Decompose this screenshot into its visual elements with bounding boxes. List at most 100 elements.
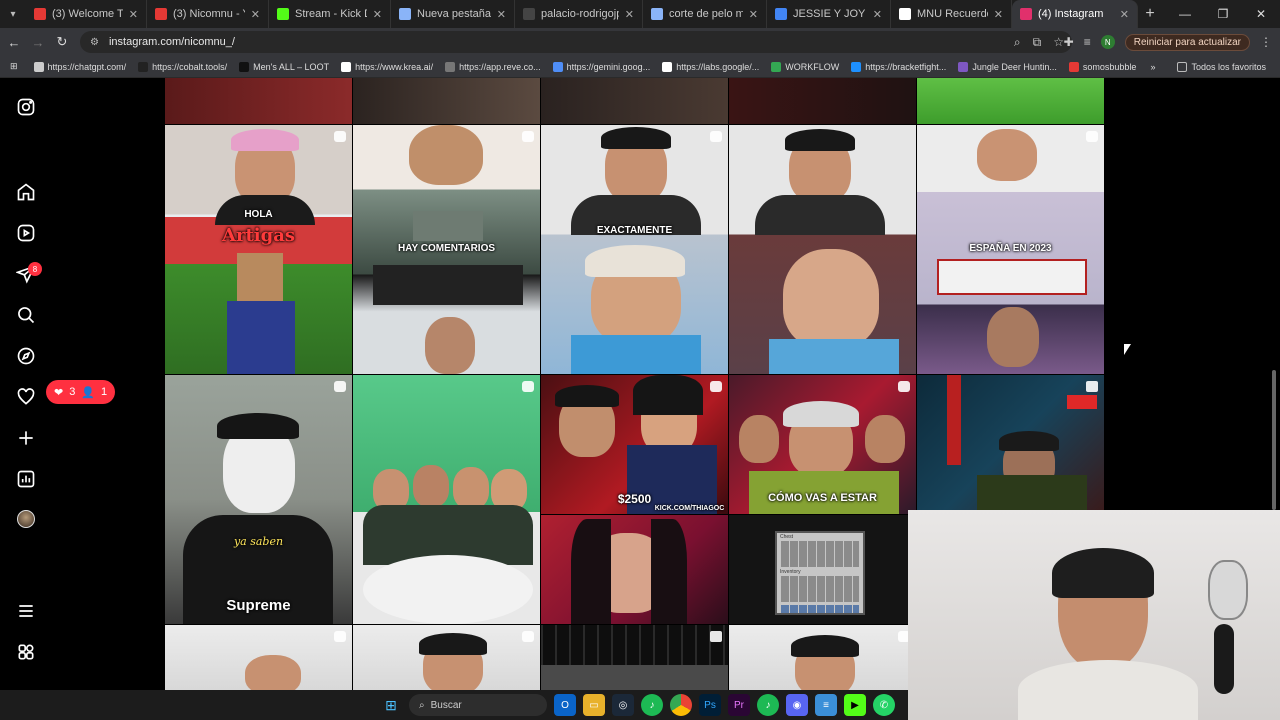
- more-menu-icon[interactable]: [14, 599, 38, 623]
- spotify-icon[interactable]: ♪: [641, 694, 663, 716]
- bookmark-item[interactable]: https://app.reve.co...: [439, 61, 547, 72]
- discord-icon[interactable]: ◉: [786, 694, 808, 716]
- post-tile[interactable]: CÓMO VAS A ESTAR: [729, 375, 916, 514]
- close-tab-icon[interactable]: ✕: [625, 8, 634, 21]
- bookmark-item[interactable]: https://gemini.goog...: [547, 61, 657, 72]
- minimize-icon[interactable]: —: [1166, 0, 1204, 28]
- whatsapp-icon[interactable]: ✆: [873, 694, 895, 716]
- post-tile[interactable]: [353, 375, 540, 624]
- activity-notification-pill[interactable]: ❤ 3 👤 1: [46, 380, 116, 404]
- close-tab-icon[interactable]: ✕: [873, 8, 882, 21]
- post-tile[interactable]: EXACTAMENTE: [541, 125, 728, 374]
- photoshop-icon[interactable]: Ps: [699, 694, 721, 716]
- outlook-icon[interactable]: O: [554, 694, 576, 716]
- media-icon[interactable]: ≡: [1084, 35, 1091, 49]
- restore-icon[interactable]: ❐: [1204, 0, 1242, 28]
- post-tile[interactable]: [541, 625, 728, 690]
- site-info-icon[interactable]: ⚙: [90, 37, 99, 48]
- close-tab-icon[interactable]: ✕: [1120, 8, 1129, 21]
- dashboard-icon[interactable]: [14, 467, 38, 491]
- bookmark-item[interactable]: https://chatgpt.com/: [28, 61, 133, 72]
- chrome-icon[interactable]: [670, 694, 692, 716]
- reels-icon[interactable]: [14, 221, 38, 245]
- bookmark-favicon-icon: [341, 61, 352, 72]
- tab-search-icon[interactable]: ▾: [0, 0, 26, 28]
- post-tile[interactable]: [917, 375, 1104, 514]
- bookmark-item[interactable]: Jungle Deer Huntin...: [952, 61, 1063, 72]
- spotify-alt-icon[interactable]: ♪: [757, 694, 779, 716]
- instagram-logo-icon[interactable]: [14, 95, 38, 119]
- post-tile[interactable]: [917, 78, 1104, 124]
- bookmark-item[interactable]: https://cobalt.tools/: [132, 61, 233, 72]
- apps-icon[interactable]: ⊞: [0, 61, 28, 72]
- profile-avatar[interactable]: N: [1100, 35, 1115, 49]
- create-icon[interactable]: [14, 426, 38, 450]
- close-tab-icon[interactable]: ✕: [129, 8, 138, 21]
- file-explorer-icon[interactable]: ▭: [583, 694, 605, 716]
- post-tile[interactable]: [353, 78, 540, 124]
- extensions-icon[interactable]: ✚: [1064, 35, 1074, 49]
- new-tab-button[interactable]: +: [1138, 5, 1162, 23]
- browser-tab[interactable]: Nueva pestaña ✕: [391, 0, 515, 28]
- bookmark-star-icon[interactable]: ☆: [1053, 35, 1064, 49]
- forward-icon[interactable]: →: [26, 28, 50, 56]
- kick-icon[interactable]: ▶: [844, 694, 866, 716]
- browser-tab[interactable]: palacio-rodrigojpg_5 ✕: [515, 0, 643, 28]
- browser-tab[interactable]: corte de pelo meme ✕: [643, 0, 767, 28]
- install-icon[interactable]: ⧉: [1033, 35, 1042, 50]
- menu-dots-icon[interactable]: ⋮: [1260, 35, 1272, 49]
- post-tile[interactable]: HOLA Artigas: [165, 125, 352, 374]
- all-bookmarks[interactable]: Todos los favoritos: [1171, 62, 1272, 72]
- bookmark-item[interactable]: somosbubble: [1063, 61, 1143, 72]
- bookmark-item[interactable]: Men's ALL – LOOT: [233, 61, 335, 72]
- close-tab-icon[interactable]: ✕: [994, 8, 1003, 21]
- browser-tab[interactable]: MNU Recuerdos ✕: [891, 0, 1012, 28]
- post-tile[interactable]: ya saben Supreme: [165, 375, 352, 624]
- post-tile[interactable]: [165, 625, 352, 690]
- also-from-meta-icon[interactable]: [14, 640, 38, 664]
- post-tile[interactable]: [729, 125, 916, 374]
- browser-tab[interactable]: (3) Welcome To M ✕: [26, 0, 147, 28]
- close-tab-icon[interactable]: ✕: [251, 8, 260, 21]
- post-tile[interactable]: [165, 78, 352, 124]
- post-tile[interactable]: HAY COMENTARIOS: [353, 125, 540, 374]
- browser-tab[interactable]: (3) Nicomnu - YouTub ✕: [147, 0, 269, 28]
- profile-avatar-icon[interactable]: [17, 510, 35, 528]
- steam-icon[interactable]: ◎: [612, 694, 634, 716]
- close-tab-icon[interactable]: ✕: [373, 8, 382, 21]
- browser-tab[interactable]: JESSIE Y JOY CUAL ES ✕: [767, 0, 891, 28]
- post-tile[interactable]: [353, 625, 540, 690]
- browser-tab[interactable]: Stream - Kick Dashbo ✕: [269, 0, 391, 28]
- close-window-icon[interactable]: ✕: [1242, 0, 1280, 28]
- bookmark-item[interactable]: https://bracketfight...: [845, 61, 952, 72]
- update-button[interactable]: Reiniciar para actualizar: [1124, 33, 1250, 51]
- search-icon[interactable]: [14, 303, 38, 327]
- tab-title: Nueva pestaña: [417, 8, 491, 20]
- bookmark-item[interactable]: https://www.krea.ai/: [335, 61, 439, 72]
- bookmarks-overflow-icon[interactable]: »: [1150, 62, 1155, 72]
- page-scrollbar[interactable]: [1272, 370, 1276, 510]
- back-icon[interactable]: ←: [2, 28, 26, 56]
- post-tile[interactable]: [541, 78, 728, 124]
- premiere-icon[interactable]: Pr: [728, 694, 750, 716]
- bookmark-item[interactable]: WORKFLOW: [765, 61, 845, 72]
- post-tile[interactable]: [729, 625, 916, 690]
- reload-icon[interactable]: ↻: [50, 28, 74, 56]
- post-tile[interactable]: ESPAÑA EN 2023: [917, 125, 1104, 374]
- windows-start-icon[interactable]: ⊞: [380, 694, 402, 716]
- post-tile[interactable]: Chest Inventory: [729, 515, 916, 624]
- post-tile[interactable]: [541, 515, 728, 624]
- taskbar-search[interactable]: ⌕ Buscar: [409, 694, 547, 716]
- home-icon[interactable]: [14, 180, 38, 204]
- notepad-icon[interactable]: ≡: [815, 694, 837, 716]
- zoom-icon[interactable]: ⌕: [1014, 35, 1021, 50]
- url-bar[interactable]: ⚙ instagram.com/nicomnu_/ ⌕ ⧉ ☆: [80, 31, 1072, 53]
- post-tile[interactable]: $2500 KICK.COM/THIAGOC: [541, 375, 728, 514]
- browser-tab[interactable]: (4) Instagram ✕: [1012, 0, 1138, 28]
- notifications-heart-icon[interactable]: [14, 385, 38, 409]
- explore-icon[interactable]: [14, 344, 38, 368]
- close-tab-icon[interactable]: ✕: [497, 8, 506, 21]
- bookmark-item[interactable]: https://labs.google/...: [656, 61, 765, 72]
- close-tab-icon[interactable]: ✕: [749, 8, 758, 21]
- post-tile[interactable]: [729, 78, 916, 124]
